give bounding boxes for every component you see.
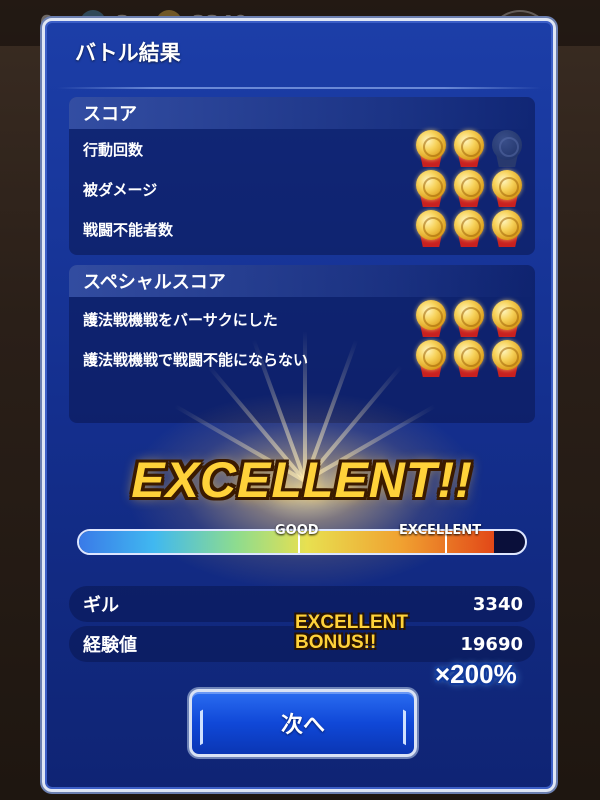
left-ornament-icon bbox=[200, 700, 218, 746]
gold-medal-icon bbox=[453, 130, 485, 168]
gold-medal-icon bbox=[415, 210, 447, 248]
empty-medal-icon bbox=[491, 130, 523, 168]
gold-medal-icon bbox=[415, 300, 447, 338]
next-button[interactable]: 次へ bbox=[189, 689, 417, 757]
score-panel: スコア 行動回数 被ダメージ 戦闘不能者数 bbox=[69, 97, 535, 255]
gold-medal-icon bbox=[491, 210, 523, 248]
gold-medal-icon bbox=[491, 340, 523, 378]
exp-label: 経験値 bbox=[83, 635, 137, 656]
score-label-damage: 被ダメージ bbox=[83, 180, 158, 199]
special-score-header: スペシャルスコア bbox=[69, 265, 535, 297]
excellent-bonus-text: EXCELLENT BONUS!! bbox=[295, 613, 408, 653]
medal-group bbox=[415, 170, 523, 208]
medal-group bbox=[415, 340, 523, 378]
medal-group bbox=[415, 210, 523, 248]
score-row-ko: 戦闘不能者数 bbox=[83, 209, 525, 249]
gold-medal-icon bbox=[453, 170, 485, 208]
score-label-ko: 戦闘不能者数 bbox=[83, 220, 174, 239]
score-label-actions: 行動回数 bbox=[83, 140, 144, 159]
battle-result-dialog: バトル結果 スコア 行動回数 被ダメージ 戦闘不能者数 スペシャルスコア 護法戦… bbox=[42, 18, 556, 792]
right-ornament-icon bbox=[388, 700, 406, 746]
exp-value: 19690 bbox=[460, 633, 523, 655]
gold-medal-icon bbox=[415, 130, 447, 168]
special-label-no-ko: 護法戦機戦で戦闘不能にならない bbox=[83, 350, 309, 369]
score-row-damage: 被ダメージ bbox=[83, 169, 525, 209]
medal-group bbox=[415, 300, 523, 338]
gil-label: ギル bbox=[83, 595, 119, 616]
special-label-berserk: 護法戦機戦をバーサクにした bbox=[83, 310, 278, 329]
gold-medal-icon bbox=[491, 300, 523, 338]
gold-medal-icon bbox=[453, 210, 485, 248]
gold-medal-icon bbox=[491, 170, 523, 208]
medal-group bbox=[415, 130, 523, 168]
gil-value: 3340 bbox=[472, 593, 523, 615]
excellent-label: EXCELLENT bbox=[399, 523, 482, 538]
next-button-label: 次へ bbox=[280, 713, 325, 738]
dialog-title: バトル結果 bbox=[75, 41, 181, 65]
score-header: スコア bbox=[69, 97, 535, 129]
score-row-actions: 行動回数 bbox=[83, 129, 525, 169]
good-label: GOOD bbox=[275, 523, 319, 538]
exp-multiplier: ×200% bbox=[435, 659, 517, 689]
gold-medal-icon bbox=[453, 340, 485, 378]
bonus-line-2: BONUS!! bbox=[295, 632, 377, 653]
gold-medal-icon bbox=[415, 170, 447, 208]
bonus-line-1: EXCELLENT bbox=[295, 612, 408, 633]
gold-medal-icon bbox=[453, 300, 485, 338]
gold-medal-icon bbox=[415, 340, 447, 378]
rank-banner: EXCELLENT!! bbox=[131, 452, 473, 508]
title-divider bbox=[57, 87, 541, 89]
